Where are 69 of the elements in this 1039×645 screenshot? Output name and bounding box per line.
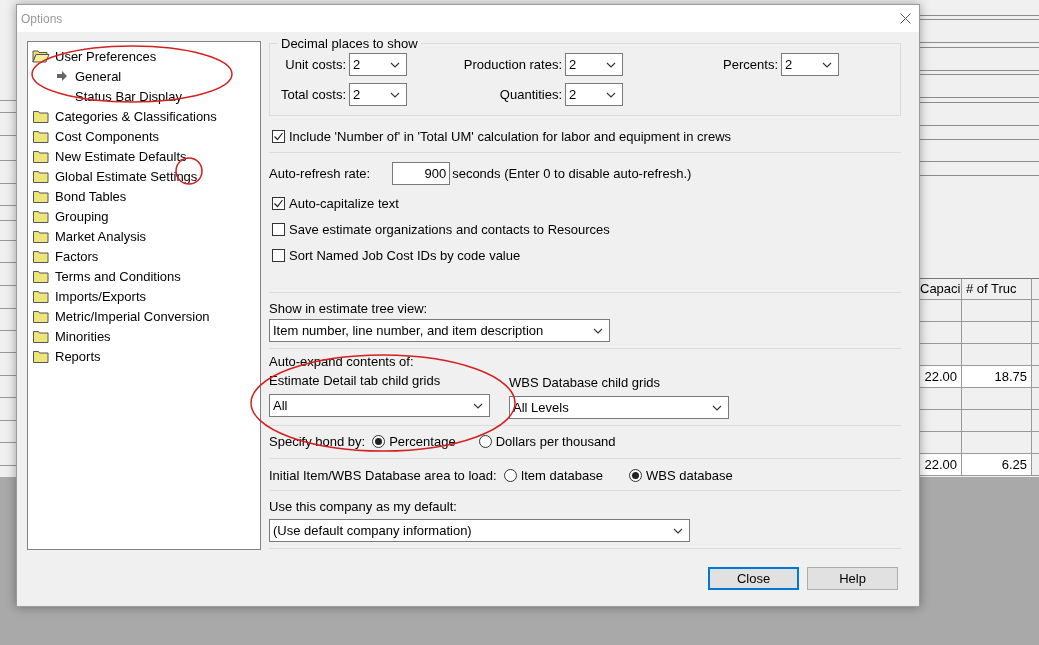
radio-label[interactable]: Dollars per thousand — [495, 434, 616, 449]
table-cell: 6.25 — [962, 454, 1032, 476]
caret-icon — [673, 527, 683, 534]
dropdown[interactable]: (Use default company information) — [269, 519, 690, 542]
caret-icon — [712, 404, 722, 411]
group-title: Decimal places to show — [280, 36, 419, 51]
tree-item[interactable]: Cost Components — [54, 128, 161, 144]
dropdown[interactable]: All — [269, 394, 490, 417]
caret-icon — [822, 61, 832, 68]
field-label: Estimate Detail tab child grids — [269, 373, 442, 388]
radio-label[interactable]: WBS database — [646, 468, 733, 483]
caret-icon — [593, 327, 603, 334]
field-label: Percents: — [722, 57, 778, 72]
checkbox-label[interactable]: Include 'Number of' in 'Total UM' calculation for labor and equipment in crews — [289, 129, 732, 144]
checkbox[interactable] — [272, 130, 285, 143]
caret-icon — [473, 402, 483, 409]
tree-item[interactable]: New Estimate Defaults — [54, 148, 188, 164]
radio-button[interactable] — [478, 435, 492, 448]
field-label: WBS Database child grids — [509, 375, 661, 390]
dialog-button[interactable]: Close — [708, 567, 799, 590]
tree-item[interactable]: Market Analysis — [54, 228, 148, 244]
tree-item[interactable]: Metric/Imperial Conversion — [54, 308, 211, 324]
window-title: Options — [21, 11, 63, 26]
checkbox-label[interactable]: Save estimate organizations and contacts to Resources — [289, 222, 610, 237]
field-label: Show in estimate tree view: — [269, 301, 429, 316]
caret-icon — [606, 91, 616, 98]
caret-icon — [390, 61, 400, 68]
tree-item[interactable]: Minorities — [54, 328, 112, 344]
dropdown[interactable]: 2 — [565, 53, 623, 76]
dropdown[interactable]: 2 — [349, 53, 407, 76]
hint-text: seconds (Enter 0 to disable auto-refresh.) — [452, 166, 692, 181]
field-label: Specify bond by: — [269, 434, 366, 449]
tree-item[interactable]: Reports — [54, 348, 102, 364]
checkbox-label[interactable]: Auto-capitalize text — [289, 196, 399, 211]
field-label: Quantities: — [498, 87, 562, 102]
field-label: Total costs: — [279, 87, 346, 102]
checkbox[interactable] — [272, 249, 285, 262]
caret-icon — [390, 91, 400, 98]
field-label: Initial Item/WBS Database area to load: — [269, 468, 497, 483]
radio-button[interactable] — [503, 469, 517, 482]
caret-icon — [606, 61, 616, 68]
number-field[interactable]: 900 — [392, 162, 451, 185]
dropdown[interactable]: 2 — [781, 53, 839, 76]
close-icon[interactable] — [900, 13, 911, 24]
dropdown[interactable]: Item number, line number, and item description — [269, 319, 610, 342]
checkbox-label[interactable]: Sort Named Job Cost IDs by code value — [289, 248, 521, 263]
tree-item[interactable]: Terms and Conditions — [54, 268, 182, 284]
checkbox[interactable] — [272, 197, 285, 210]
radio-button[interactable] — [372, 435, 386, 448]
tree-item[interactable]: Imports/Exports — [54, 288, 148, 304]
table-cell: 18.75 — [962, 366, 1032, 388]
dropdown[interactable]: 2 — [565, 83, 623, 106]
column-header[interactable]: # of Truc — [962, 278, 1032, 300]
tree-item[interactable]: Grouping — [54, 208, 110, 224]
dropdown[interactable]: 2 — [349, 83, 407, 106]
field-label: Use this company as my default: — [269, 499, 458, 514]
field-label: Auto-refresh rate: — [269, 166, 371, 181]
tree-item[interactable]: Factors — [54, 248, 100, 264]
tree-item[interactable]: User Preferences — [54, 48, 158, 64]
field-label: Production rates: — [462, 57, 562, 72]
radio-button[interactable] — [629, 469, 642, 482]
tree-item[interactable]: General — [74, 68, 123, 84]
radio-label[interactable]: Percentage — [389, 434, 456, 449]
tree-item[interactable]: Bond Tables — [54, 188, 128, 204]
checkbox[interactable] — [272, 223, 285, 236]
dialog-button[interactable]: Help — [807, 567, 898, 590]
tree-item[interactable]: Categories & Classifications — [54, 108, 218, 124]
radio-label[interactable]: Item database — [520, 468, 603, 483]
field-label: Unit costs: — [284, 57, 346, 72]
